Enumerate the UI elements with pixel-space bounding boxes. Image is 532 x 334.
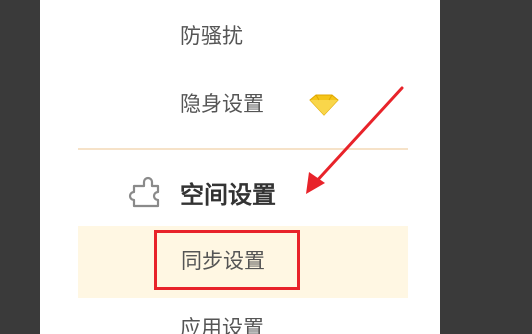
section-divider [78,148,408,150]
diamond-icon [309,94,339,116]
menu-item-app-settings[interactable]: 应用设置 [180,314,264,334]
section-title-space-settings: 空间设置 [180,181,276,209]
puzzle-icon [128,176,160,208]
settings-panel: 防骚扰 隐身设置 空间设置 同步设置 应用设置 [40,0,440,334]
menu-item-anti-harassment[interactable]: 防骚扰 [180,22,243,50]
menu-item-sync-settings-label: 同步设置 [181,249,265,273]
menu-item-sync-settings[interactable]: 同步设置 [154,230,300,290]
menu-item-invisible-settings[interactable]: 隐身设置 [180,90,264,118]
